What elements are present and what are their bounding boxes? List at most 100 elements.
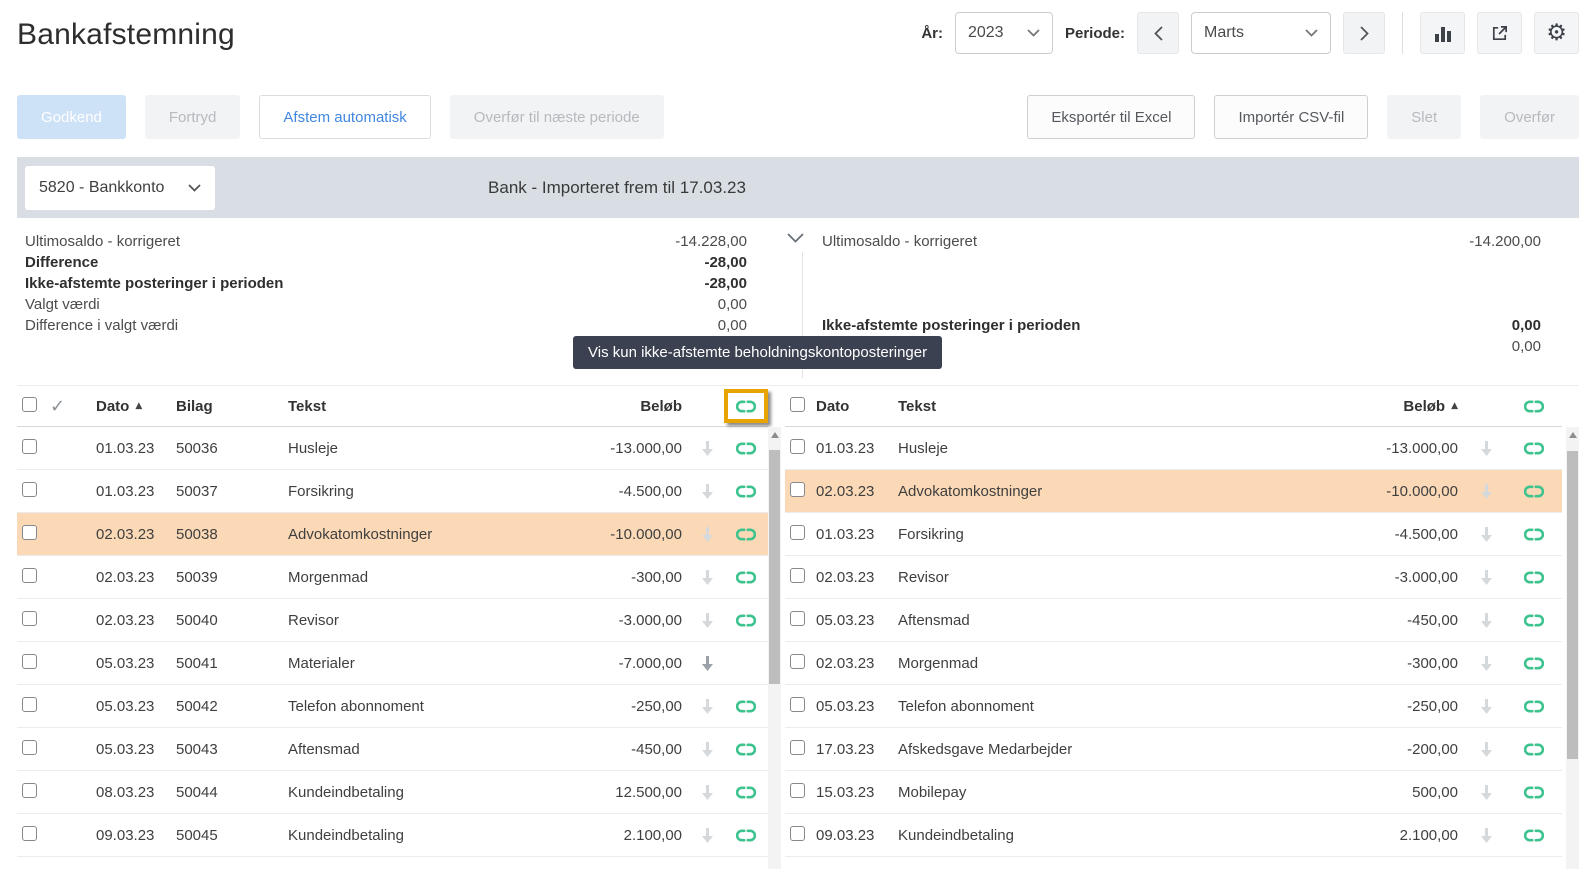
move-down-icon[interactable] <box>690 484 724 499</box>
link-icon[interactable] <box>724 700 768 713</box>
transfer-button[interactable]: Overfør <box>1480 95 1579 139</box>
link-icon[interactable] <box>724 571 768 584</box>
chevron-down-icon[interactable] <box>783 229 807 247</box>
table-row[interactable]: 08.03.23 50044 Kundeindbetaling 12.500,0… <box>17 771 768 814</box>
scroll-up-icon[interactable] <box>771 432 779 438</box>
account-select[interactable]: 5820 - Bankkonto <box>25 166 215 210</box>
move-down-icon[interactable] <box>690 785 724 800</box>
previous-period-button[interactable] <box>1137 12 1179 54</box>
table-row[interactable]: 02.03.23 50039 Morgenmad -300,00 <box>17 556 768 599</box>
row-checkbox[interactable] <box>790 697 805 712</box>
link-icon[interactable] <box>724 829 768 842</box>
row-checkbox[interactable] <box>22 697 37 712</box>
link-icon[interactable] <box>724 442 768 455</box>
settings-button[interactable]: ⚙ <box>1534 12 1579 54</box>
link-column-highlight-box[interactable] <box>724 389 768 423</box>
bank-table-scrollbar[interactable] <box>768 427 781 869</box>
table-row[interactable]: 02.03.23 Revisor -3.000,00 <box>785 556 1562 599</box>
column-header-bilag[interactable]: Bilag <box>176 398 288 415</box>
row-checkbox[interactable] <box>790 611 805 626</box>
move-down-icon[interactable] <box>690 613 724 628</box>
transfer-next-period-button[interactable]: Overfør til næste periode <box>450 95 664 139</box>
table-row[interactable]: 05.03.23 50042 Telefon abonnoment -250,0… <box>17 685 768 728</box>
auto-reconcile-button[interactable]: Afstem automatisk <box>259 95 430 139</box>
link-icon[interactable] <box>1506 700 1562 713</box>
export-excel-button[interactable]: Eksportér til Excel <box>1027 95 1195 139</box>
row-checkbox[interactable] <box>22 826 37 841</box>
link-icon[interactable] <box>1506 614 1562 627</box>
import-csv-button[interactable]: Importér CSV-fil <box>1214 95 1368 139</box>
row-checkbox[interactable] <box>790 482 805 497</box>
table-row[interactable]: 09.03.23 Kundeindbetaling 2.100,00 <box>785 814 1562 857</box>
column-header-dato[interactable]: Dato ▲ <box>96 398 176 415</box>
row-checkbox[interactable] <box>22 439 37 454</box>
link-column-header[interactable] <box>1506 400 1562 413</box>
table-row[interactable]: 02.03.23 50040 Revisor -3.000,00 <box>17 599 768 642</box>
year-select[interactable]: 2023 <box>955 12 1053 54</box>
check-all-icon[interactable]: ✓ <box>50 396 65 417</box>
report-button[interactable] <box>1420 12 1465 54</box>
select-all-checkbox[interactable] <box>790 397 805 412</box>
row-checkbox[interactable] <box>22 654 37 669</box>
delete-button[interactable]: Slet <box>1387 95 1461 139</box>
link-icon[interactable] <box>724 485 768 498</box>
column-header-tekst[interactable]: Tekst <box>898 398 1316 415</box>
scrollbar-thumb[interactable] <box>1567 451 1578 759</box>
table-row[interactable]: 09.03.23 50045 Kundeindbetaling 2.100,00 <box>17 814 768 857</box>
table-row[interactable]: 01.03.23 50036 Husleje -13.000,00 <box>17 427 768 470</box>
move-down-icon[interactable] <box>1466 656 1506 671</box>
link-icon[interactable] <box>1506 657 1562 670</box>
table-row[interactable]: 02.03.23 Morgenmad -300,00 <box>785 642 1562 685</box>
ledger-table-scrollbar[interactable] <box>1566 427 1579 869</box>
row-checkbox[interactable] <box>22 740 37 755</box>
row-checkbox[interactable] <box>790 568 805 583</box>
move-down-icon[interactable] <box>1466 441 1506 456</box>
move-down-icon[interactable] <box>690 441 724 456</box>
row-checkbox[interactable] <box>790 439 805 454</box>
row-checkbox[interactable] <box>22 482 37 497</box>
scrollbar-thumb[interactable] <box>769 450 780 684</box>
row-checkbox[interactable] <box>790 826 805 841</box>
move-down-icon[interactable] <box>690 656 724 671</box>
table-row[interactable]: 05.03.23 Telefon abonnoment -250,00 <box>785 685 1562 728</box>
table-row[interactable]: 17.03.23 Afskedsgave Medarbejder -200,00 <box>785 728 1562 771</box>
table-row[interactable]: 01.03.23 50037 Forsikring -4.500,00 <box>17 470 768 513</box>
move-down-icon[interactable] <box>1466 828 1506 843</box>
link-icon[interactable] <box>1506 743 1562 756</box>
link-icon[interactable] <box>1506 829 1562 842</box>
move-down-icon[interactable] <box>1466 785 1506 800</box>
row-checkbox[interactable] <box>790 783 805 798</box>
approve-button[interactable]: Godkend <box>17 95 126 139</box>
period-select[interactable]: Marts <box>1191 12 1331 54</box>
move-down-icon[interactable] <box>1466 570 1506 585</box>
move-down-icon[interactable] <box>1466 699 1506 714</box>
row-checkbox[interactable] <box>22 611 37 626</box>
link-icon[interactable] <box>724 614 768 627</box>
next-period-button[interactable] <box>1343 12 1385 54</box>
table-row[interactable]: 02.03.23 50038 Advokatomkostninger -10.0… <box>17 513 768 556</box>
select-all-checkbox[interactable] <box>22 397 37 412</box>
move-down-icon[interactable] <box>1466 527 1506 542</box>
table-row[interactable]: 02.03.23 Advokatomkostninger -10.000,00 <box>785 470 1562 513</box>
row-checkbox[interactable] <box>22 525 37 540</box>
column-header-belob[interactable]: Beløb ▲ <box>1316 398 1466 415</box>
move-down-icon[interactable] <box>690 527 724 542</box>
link-icon[interactable] <box>1506 571 1562 584</box>
link-icon[interactable] <box>1506 786 1562 799</box>
table-row[interactable]: 15.03.23 Mobilepay 500,00 <box>785 771 1562 814</box>
link-icon[interactable] <box>1506 528 1562 541</box>
undo-button[interactable]: Fortryd <box>145 95 241 139</box>
column-header-dato[interactable]: Dato <box>816 398 898 415</box>
link-icon[interactable] <box>724 528 768 541</box>
link-icon[interactable] <box>1506 442 1562 455</box>
column-header-belob[interactable]: Beløb <box>540 398 690 415</box>
move-down-icon[interactable] <box>1466 613 1506 628</box>
move-down-icon[interactable] <box>690 742 724 757</box>
scroll-up-icon[interactable] <box>1569 432 1577 438</box>
open-external-button[interactable] <box>1477 12 1522 54</box>
column-header-tekst[interactable]: Tekst <box>288 398 540 415</box>
table-row[interactable]: 05.03.23 Aftensmad -450,00 <box>785 599 1562 642</box>
row-checkbox[interactable] <box>790 654 805 669</box>
move-down-icon[interactable] <box>1466 742 1506 757</box>
table-row[interactable]: 05.03.23 50041 Materialer -7.000,00 <box>17 642 768 685</box>
